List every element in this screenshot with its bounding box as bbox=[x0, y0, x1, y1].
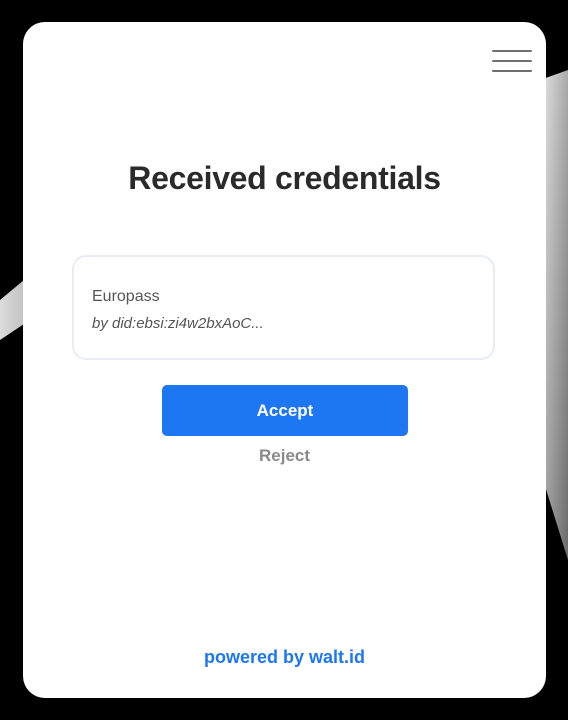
credential-name: Europass bbox=[92, 288, 160, 305]
accept-button[interactable]: Accept bbox=[162, 385, 408, 436]
hamburger-menu-icon-line bbox=[492, 70, 532, 72]
wallet-card: Received credentials Europass by did:ebs… bbox=[23, 22, 546, 698]
credential-issuer: by did:ebsi:zi4w2bxAoC... bbox=[92, 315, 264, 332]
reject-button[interactable]: Reject bbox=[23, 446, 546, 466]
powered-by-link[interactable]: powered by walt.id bbox=[23, 647, 546, 668]
hamburger-menu-icon-line bbox=[492, 60, 532, 62]
credential-item[interactable]: Europass by did:ebsi:zi4w2bxAoC... bbox=[72, 255, 495, 360]
menu-button[interactable] bbox=[492, 48, 532, 74]
hamburger-menu-icon bbox=[492, 50, 532, 52]
page-title: Received credentials bbox=[128, 160, 441, 196]
